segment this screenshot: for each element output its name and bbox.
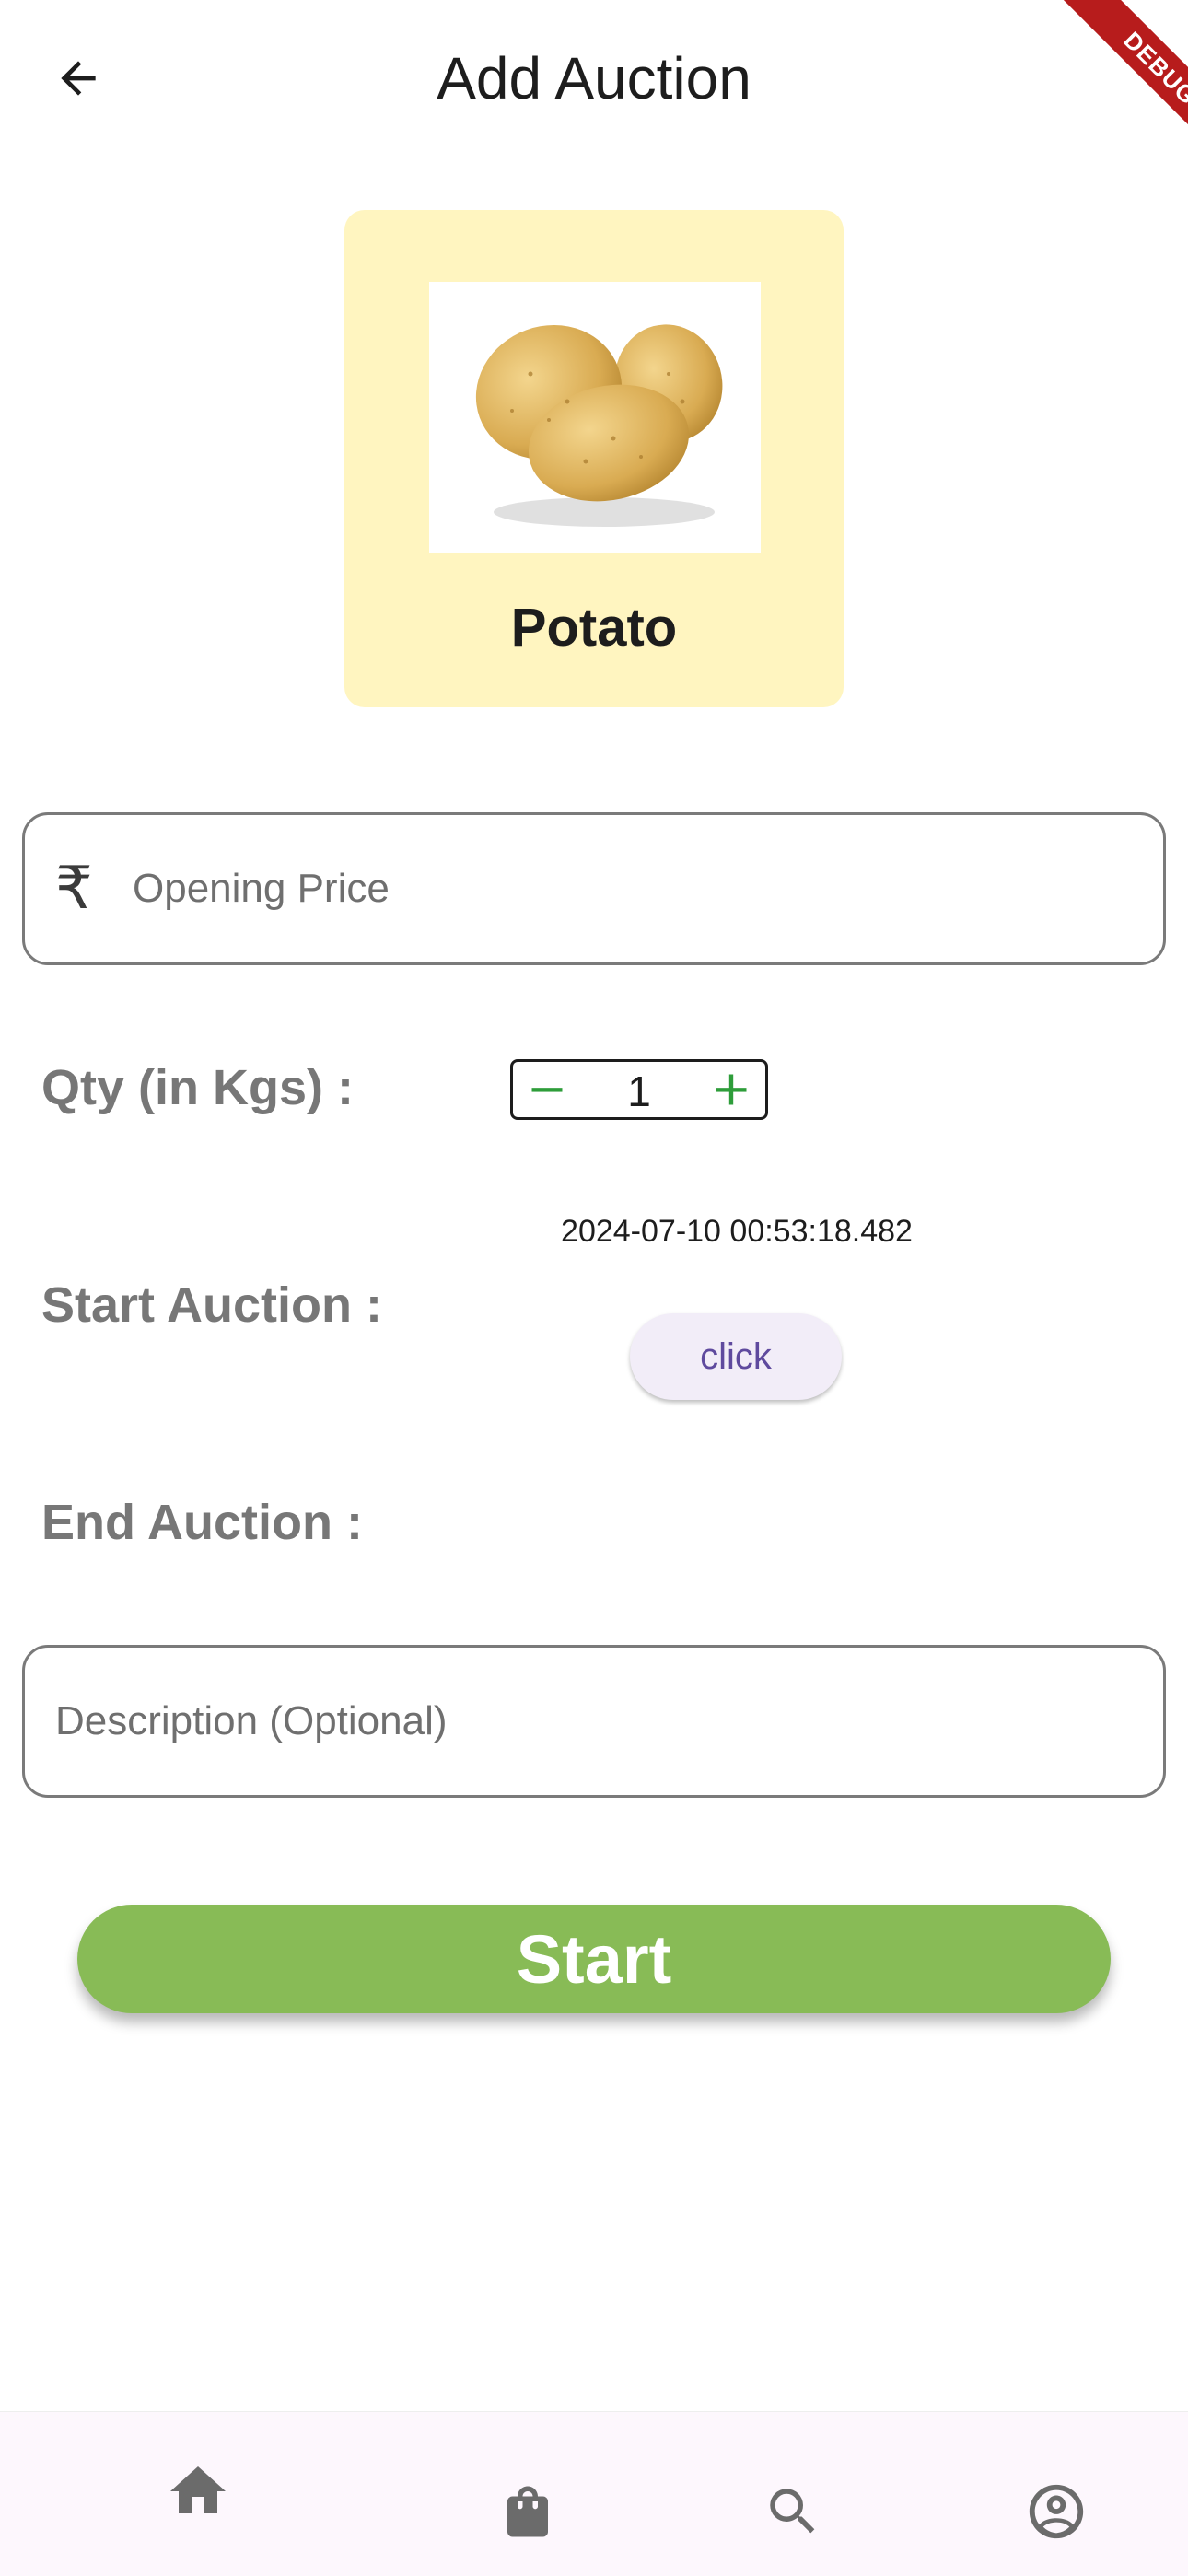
- debug-banner: DEBUG: [1004, 0, 1188, 184]
- nav-shop[interactable]: [477, 2461, 578, 2562]
- quantity-label: Qty (in Kgs) :: [41, 1060, 354, 1115]
- nav-search[interactable]: [742, 2461, 844, 2562]
- decrement-button[interactable]: [510, 1059, 584, 1120]
- pick-start-date-button[interactable]: click: [630, 1313, 842, 1400]
- rupee-icon: ₹: [55, 855, 93, 921]
- search-icon: [770, 2489, 815, 2534]
- minus-icon: [531, 1088, 563, 1092]
- account-circle-icon: [1029, 2484, 1084, 2539]
- plus-icon: [716, 1074, 747, 1105]
- description-input[interactable]: [55, 1689, 1133, 1754]
- opening-price-input[interactable]: [133, 857, 1127, 921]
- quantity-value: 1: [627, 1067, 651, 1115]
- product-name: Potato: [510, 598, 678, 658]
- start-button[interactable]: Start: [77, 1905, 1111, 2013]
- start-datetime: 2024-07-10 00:53:18.482: [561, 1214, 913, 1249]
- start-auction-label: Start Auction :: [41, 1277, 382, 1333]
- product-image: [429, 282, 761, 553]
- increment-button[interactable]: [694, 1059, 768, 1120]
- nav-home[interactable]: [147, 2441, 249, 2542]
- shopping-bag-icon: [507, 2486, 548, 2537]
- nav-profile[interactable]: [1006, 2461, 1107, 2562]
- debug-banner-label: DEBUG: [1048, 0, 1188, 181]
- end-auction-label: End Auction :: [41, 1495, 363, 1550]
- home-icon: [170, 2466, 226, 2513]
